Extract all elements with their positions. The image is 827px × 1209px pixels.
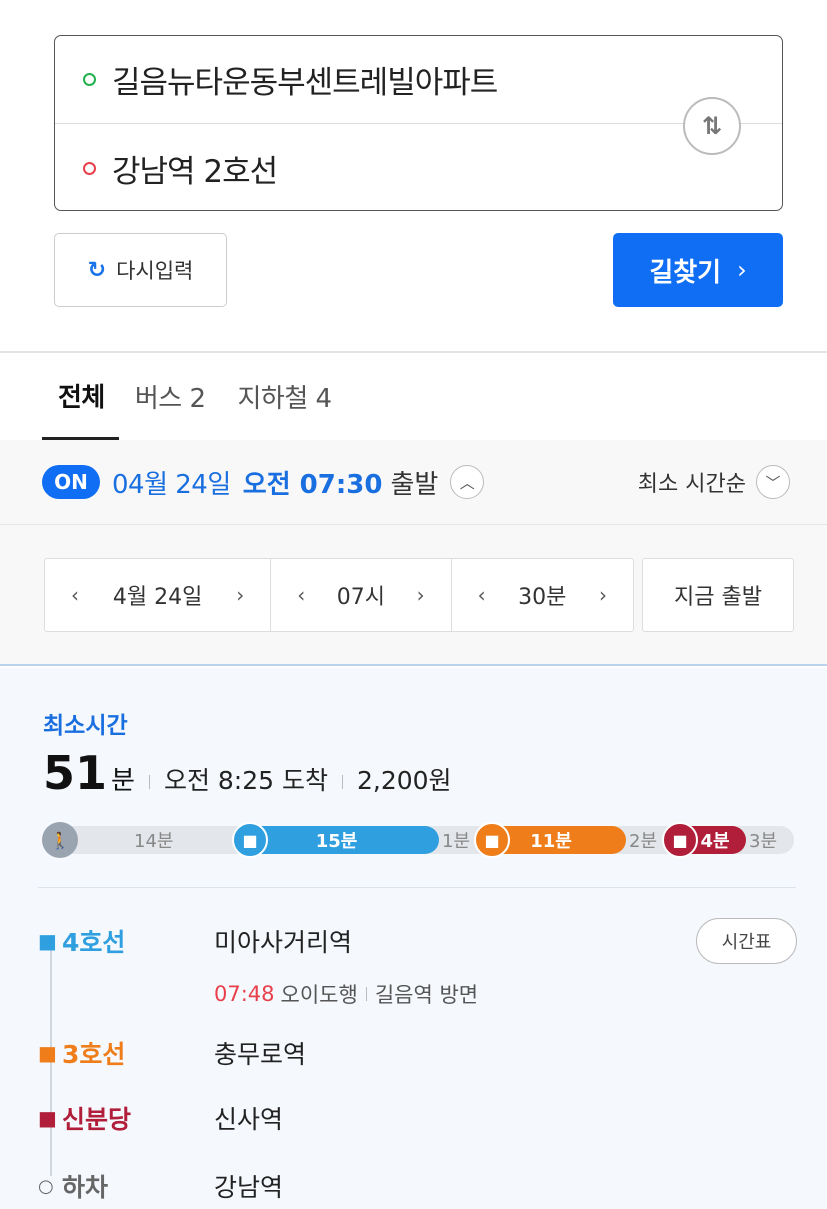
step-line4: ■ 4호선 미아사거리역 [38,921,352,961]
duration-value: 51 [43,746,108,800]
minute-picker: ‹ 30분 › [452,559,633,631]
subway-icon: ■ [38,929,57,953]
step-station: 강남역 [214,1173,284,1202]
result-tabs: 전체 버스 2 지하철 4 [42,353,348,440]
route-summary: 51 분 오전 8:25 도착 2,200원 [43,746,452,802]
segment-walk-end: 3분 [749,831,778,852]
chevron-left-icon[interactable]: ‹ [478,583,486,607]
tab-bus[interactable]: 버스 2 [119,353,222,440]
chevron-right-icon[interactable]: › [417,583,425,607]
destination-row[interactable]: 강남역 2호선 [55,124,782,212]
step-line-name: 신분당 [62,1105,132,1134]
chevron-up-icon[interactable]: ︿ [450,465,485,499]
step-station: 신사역 [214,1105,284,1134]
result-divider [38,887,796,888]
segment-transfer1: 1분 [442,831,471,852]
step-line-name: 4호선 [62,928,126,957]
departure-info: 07:48 오이도행 길음역 방면 [214,979,478,1009]
hour-picker: ‹ 07시 › [271,559,452,631]
departure-date: 04월 24일 [112,469,231,500]
origin-row[interactable]: 길음뉴타운동부센트레빌아파트 [55,36,782,124]
train-direction: 오이도행 [280,983,358,1007]
time-options-panel: ON 04월 24일 오전 07:30 출발 ︿ 최소 시간순 ﹀ ‹ 4월 2… [0,440,827,666]
arrival-time: 오전 8:25 도착 [163,766,328,795]
subway-icon: ■ [38,1041,57,1065]
timetable-button[interactable]: 시간표 [696,918,797,964]
step-line-name: 하차 [62,1173,109,1202]
step-line3: ■ 3호선 충무로역 [38,1033,306,1073]
time-toggle-badge[interactable]: ON [42,465,100,499]
step-alight: ○ 하차 강남역 [38,1166,283,1206]
route-result-card[interactable]: 최소시간 51 분 오전 8:25 도착 2,200원 🚶 14분 15분 ■ … [0,668,827,1209]
step-line-name: 3호선 [62,1040,126,1069]
departure-label: 출발 [390,469,439,500]
find-route-label: 길찾기 [649,257,722,288]
subway-icon: ■ [662,822,698,858]
step-station: 충무로역 [214,1040,307,1069]
sort-control[interactable]: 최소 시간순 ﹀ [638,460,790,504]
chevron-down-icon[interactable]: ﹀ [756,465,790,499]
time-divider [0,524,827,525]
separator [341,775,343,789]
sort-label: 최소 시간순 [637,472,746,497]
swap-icon[interactable]: ⇅ [683,97,741,155]
separator [365,987,367,1001]
refresh-icon: ↻ [87,257,107,283]
departure-time: 오전 07:30 [242,469,383,500]
destination-input[interactable]: 강남역 2호선 [112,146,278,191]
picker-hour: 07시 [336,585,385,610]
date-picker: ‹ 4월 24일 › [45,559,272,631]
separator [148,775,150,789]
step-station: 미아사거리역 [214,928,353,957]
chevron-left-icon[interactable]: ‹ [71,583,79,607]
subway-icon: ■ [38,1106,57,1130]
chevron-right-icon[interactable]: › [236,583,244,607]
picker-minute: 30분 [518,585,567,610]
time-picker: ‹ 4월 24일 › ‹ 07시 › ‹ 30분 › [44,558,634,632]
tab-subway[interactable]: 지하철 4 [222,353,348,440]
chevron-right-icon: › [737,256,747,284]
departure-time: 07:48 [214,982,275,1006]
origin-marker-icon [83,73,96,86]
fare: 2,200원 [356,766,452,795]
segment-walk: 14분 [134,831,174,852]
route-search-box: 길음뉴타운동부센트레빌아파트 강남역 2호선 ⇅ [54,35,783,211]
picker-date: 4월 24일 [112,585,203,610]
walk-icon: 🚶 [42,822,78,858]
reset-button[interactable]: ↻ 다시입력 [54,233,227,307]
departure-time-row: ON 04월 24일 오전 07:30 출발 ︿ [42,460,485,504]
subway-icon: ■ [232,822,268,858]
duration-unit: 분 [111,766,135,796]
find-route-button[interactable]: 길찾기 › [613,233,783,307]
route-segment-bar: 🚶 14분 15분 ■ 1분 11분 ■ 2분 4분 ■ 3분 [42,822,794,858]
reset-label: 다시입력 [116,259,194,283]
platform-direction: 길음역 방면 [374,983,479,1007]
subway-icon: ■ [474,822,510,858]
step-sinbundang: ■ 신분당 신사역 [38,1098,283,1138]
chevron-right-icon[interactable]: › [599,583,607,607]
segment-transfer2: 2분 [629,831,658,852]
result-tag: 최소시간 [43,713,128,739]
origin-input[interactable]: 길음뉴타운동부센트레빌아파트 [112,57,498,102]
alight-marker-icon: ○ [38,1175,54,1197]
depart-now-button[interactable]: 지금 출발 [642,558,794,632]
destination-marker-icon [83,161,96,175]
chevron-left-icon[interactable]: ‹ [297,583,305,607]
tab-all[interactable]: 전체 [42,353,119,440]
